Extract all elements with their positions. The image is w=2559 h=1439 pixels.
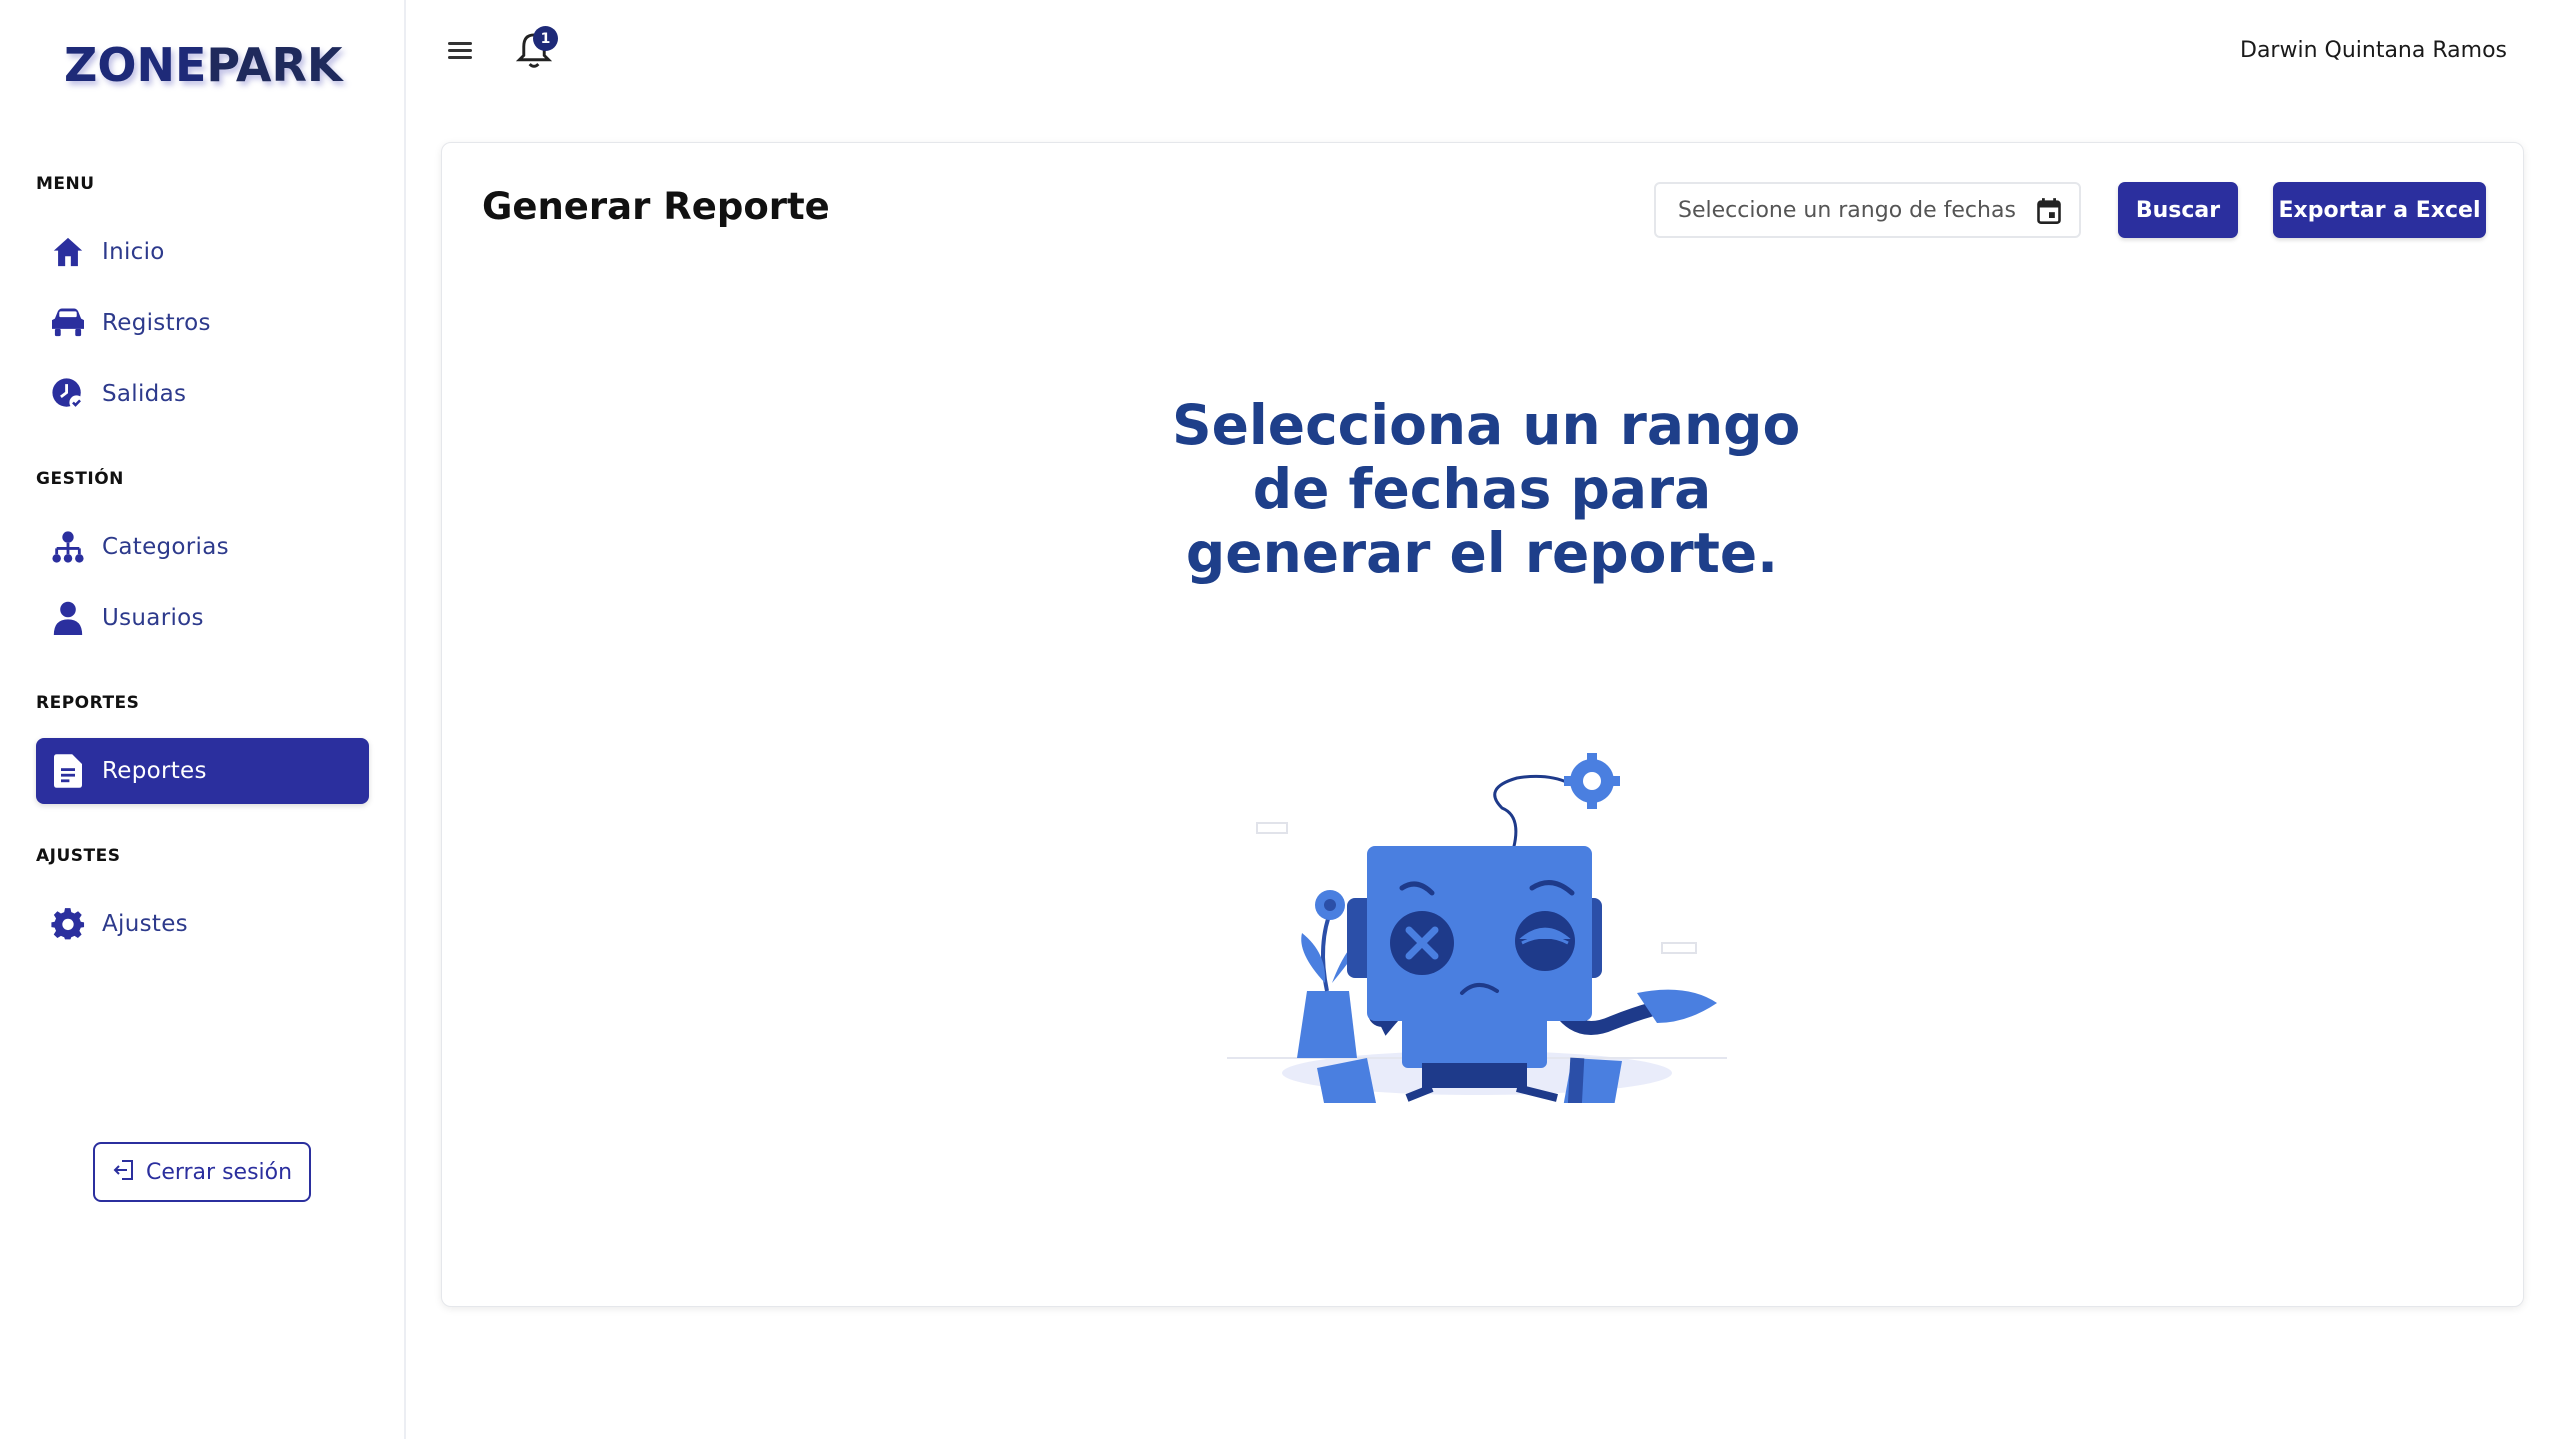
hamburger-icon-line	[448, 42, 472, 45]
sidebar-item-label: Ajustes	[102, 911, 188, 937]
section-label-ajustes: AJUSTES	[36, 846, 121, 866]
sidebar-item-reportes[interactable]: Reportes	[36, 738, 369, 804]
empty-state-line: generar el reporte.	[1185, 521, 1779, 585]
menu-toggle-button[interactable]	[444, 38, 476, 66]
sidebar-item-label: Reportes	[102, 758, 207, 784]
logout-icon	[112, 1158, 136, 1186]
clock-check-icon	[50, 376, 86, 412]
hamburger-icon-line	[448, 56, 472, 59]
date-range-input[interactable]: Seleccione un rango de fechas	[1654, 182, 2081, 238]
bell-icon	[515, 33, 553, 74]
search-button[interactable]: Buscar	[2118, 182, 2238, 238]
sidebar-item-label: Usuarios	[102, 605, 204, 631]
logout-button[interactable]: Cerrar sesión	[93, 1142, 311, 1202]
sidebar-item-ajustes[interactable]: Ajustes	[36, 891, 369, 957]
sidebar-item-label: Salidas	[102, 381, 187, 407]
date-range-placeholder: Seleccione un rango de fechas	[1678, 197, 2016, 223]
calendar-icon[interactable]	[2035, 197, 2063, 225]
page-title: Generar Reporte	[482, 185, 830, 228]
sidebar-item-label: Categorias	[102, 534, 229, 560]
export-excel-button[interactable]: Exportar a Excel	[2273, 182, 2486, 238]
logout-label: Cerrar sesión	[145, 1159, 293, 1185]
user-icon	[50, 600, 86, 636]
section-label-reportes: REPORTES	[36, 693, 140, 713]
car-icon	[50, 305, 86, 341]
empty-state-message: Selecciona un rango de fechas para gener…	[1172, 393, 1801, 585]
sidebar-item-registros[interactable]: Registros	[36, 290, 369, 356]
section-label-menu: MENU	[36, 174, 95, 194]
app-logo[interactable]: ZONEPARK	[64, 38, 343, 92]
gear-icon	[50, 906, 86, 942]
sidebar-item-usuarios[interactable]: Usuarios	[36, 585, 369, 651]
logo-part-park: PARK	[206, 38, 343, 92]
empty-state-line: Selecciona un rango	[1172, 393, 1801, 457]
confused-robot-illustration	[1227, 753, 1727, 1103]
empty-state-line: de fechas para	[1252, 457, 1712, 521]
notification-count-badge: 1	[533, 26, 558, 51]
sidebar-item-salidas[interactable]: Salidas	[36, 361, 369, 427]
document-icon	[50, 753, 86, 789]
logo-part-zone: ZONE	[64, 38, 207, 92]
sidebar-item-categorias[interactable]: Categorias	[36, 514, 369, 580]
home-icon	[50, 234, 86, 270]
report-card: Generar Reporte Seleccione un rango de f…	[441, 142, 2524, 1307]
hierarchy-icon	[50, 529, 86, 565]
sidebar-item-inicio[interactable]: Inicio	[36, 219, 369, 285]
sidebar: ZONEPARK MENU Inicio Registros Salidas G…	[0, 0, 406, 1439]
user-name[interactable]: Darwin Quintana Ramos	[2240, 38, 2507, 63]
sidebar-item-label: Registros	[102, 310, 211, 336]
sidebar-item-label: Inicio	[102, 239, 165, 265]
hamburger-icon-line	[448, 49, 472, 52]
section-label-gestion: GESTIÓN	[36, 469, 124, 489]
